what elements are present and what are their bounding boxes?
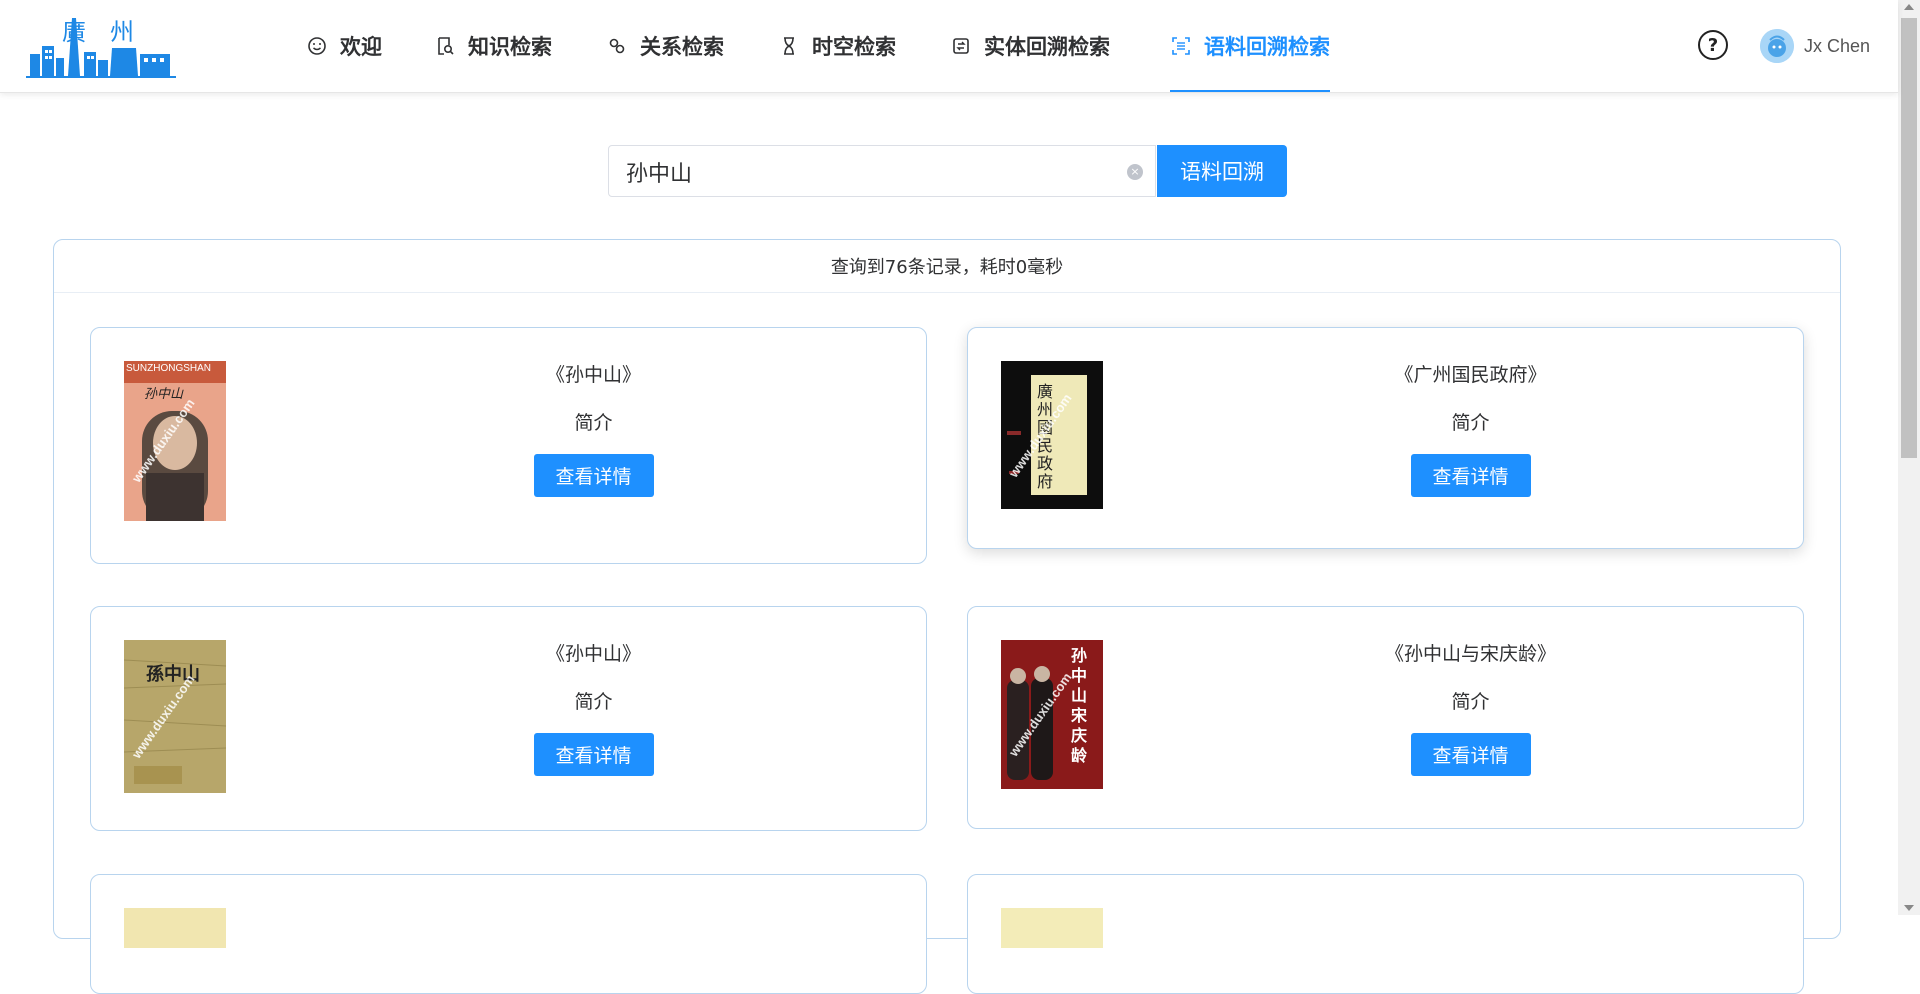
nav-corpus-trace-search-label: 语料回溯检索: [1204, 35, 1330, 59]
book-info: 《孙中山》 简介 查看详情: [261, 642, 926, 776]
corpus-trace-button[interactable]: 语料回溯: [1157, 145, 1287, 197]
book-cover[interactable]: 廣州國民政府 www.duxiu.com: [1001, 361, 1103, 509]
book-card: 孫中山 www.duxiu.com 《孙中山》 简介 查看详情: [90, 606, 927, 831]
book-title: 《孙中山》: [545, 364, 641, 386]
user-menu[interactable]: Jx Chen: [1760, 28, 1870, 64]
book-cover[interactable]: 孫中山 www.duxiu.com: [124, 640, 226, 793]
search-box: ×: [608, 145, 1156, 197]
logo-text: 廣州: [62, 18, 158, 46]
book-intro: 简介: [574, 412, 613, 434]
scan-icon: [1170, 35, 1192, 57]
book-intro: 简介: [1451, 691, 1490, 713]
book-card: 孙中山宋庆龄 www.duxiu.com 《孙中山与宋庆龄》 简介 查看详情: [967, 606, 1804, 829]
cover-top-text: SUNZHONGSHAN: [126, 363, 212, 374]
book-title: 《孙中山与宋庆龄》: [1384, 643, 1556, 665]
book-cover[interactable]: [124, 908, 226, 948]
book-card: [967, 874, 1804, 994]
book-intro: 简介: [1451, 412, 1490, 434]
results-panel: 查询到76条记录，耗时0毫秒 SUNZHONGSHAN 孙中山 www.duxi…: [53, 239, 1841, 994]
smile-icon: [306, 35, 328, 57]
nav-entity-trace-search[interactable]: 实体回溯检索: [950, 0, 1110, 92]
view-details-button[interactable]: 查看详情: [533, 454, 654, 497]
nav-knowledge-search[interactable]: 知识检索: [434, 0, 552, 92]
help-icon[interactable]: ?: [1698, 30, 1728, 60]
nav-knowledge-search-label: 知识检索: [468, 35, 552, 59]
cover-title: 孙中山: [144, 387, 184, 402]
nav-relation-search[interactable]: 关系检索: [606, 0, 724, 92]
view-details-button[interactable]: 查看详情: [1410, 733, 1531, 776]
book-cover[interactable]: 孙中山宋庆龄 www.duxiu.com: [1001, 640, 1103, 789]
cover-title: 孙中山宋庆龄: [1071, 646, 1088, 765]
view-details-button[interactable]: 查看详情: [1410, 454, 1531, 497]
history-icon: [950, 35, 972, 57]
nav-relation-search-label: 关系检索: [640, 35, 724, 59]
scroll-thumb[interactable]: [1901, 18, 1917, 458]
book-card: [90, 874, 927, 994]
link-icon: [606, 35, 628, 57]
book-intro: 简介: [574, 691, 613, 713]
nav-welcome[interactable]: 欢迎: [306, 0, 382, 92]
book-title: 《孙中山》: [545, 643, 641, 665]
hourglass-icon: [778, 35, 800, 57]
page-scrollbar[interactable]: [1898, 0, 1920, 915]
top-header: 廣州 欢迎 知识检索 关系检索 时空检索 实体回溯检索 语料回溯检索 ? Jx …: [0, 0, 1898, 93]
nav-spacetime-search-label: 时空检索: [812, 35, 896, 59]
results-summary: 查询到76条记录，耗时0毫秒: [54, 240, 1840, 293]
guangzhou-logo[interactable]: 廣州: [26, 8, 176, 82]
scroll-up-arrow-icon[interactable]: [1904, 4, 1914, 10]
view-details-button[interactable]: 查看详情: [533, 733, 654, 776]
clear-icon[interactable]: ×: [1127, 164, 1143, 180]
doc-search-icon: [434, 35, 456, 57]
search-input[interactable]: [624, 156, 1108, 188]
nav-welcome-label: 欢迎: [340, 35, 382, 59]
nav-spacetime-search[interactable]: 时空检索: [778, 0, 896, 92]
book-card: SUNZHONGSHAN 孙中山 www.duxiu.com 《孙中山》 简介 …: [90, 327, 927, 564]
book-card: 廣州國民政府 www.duxiu.com 《广州国民政府》 简介 查看详情: [967, 327, 1804, 549]
book-cover[interactable]: SUNZHONGSHAN 孙中山 www.duxiu.com: [124, 361, 226, 521]
nav-corpus-trace-search[interactable]: 语料回溯检索: [1170, 0, 1330, 92]
book-cover[interactable]: [1001, 908, 1103, 948]
book-info: 《广州国民政府》 简介 查看详情: [1138, 363, 1803, 497]
avatar[interactable]: [1760, 29, 1794, 63]
scroll-down-arrow-icon[interactable]: [1904, 905, 1914, 911]
book-info: 《孙中山与宋庆龄》 简介 查看详情: [1138, 642, 1803, 776]
nav-entity-trace-search-label: 实体回溯检索: [984, 35, 1110, 59]
book-info: 《孙中山》 简介 查看详情: [261, 363, 926, 497]
user-name: Jx Chen: [1804, 35, 1871, 56]
book-title: 《广州国民政府》: [1394, 364, 1547, 386]
